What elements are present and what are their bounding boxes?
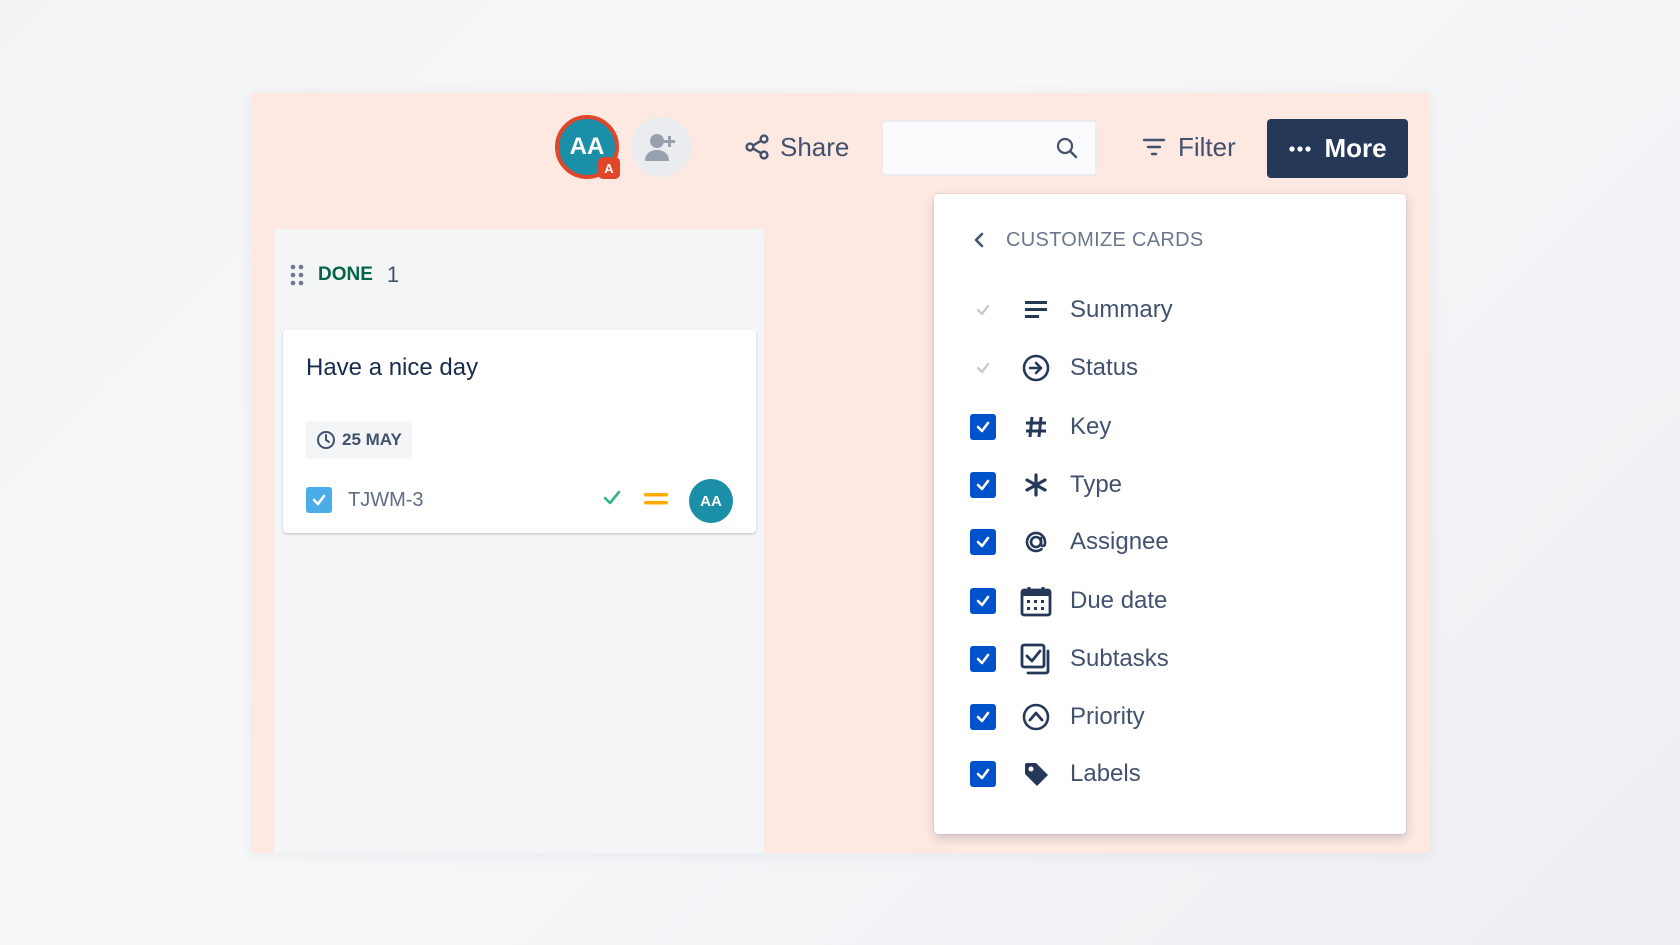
summary-icon — [1020, 294, 1052, 326]
search-icon — [1056, 137, 1078, 159]
menu-item-priority[interactable]: Priority — [970, 695, 1390, 739]
at-icon — [1020, 526, 1052, 558]
issue-card[interactable]: Have a nice day 25 MAY TJWM-3 AA — [283, 330, 756, 533]
chevron-left-icon[interactable] — [972, 231, 986, 249]
checkbox-assignee[interactable] — [970, 529, 996, 555]
menu-item-due-date[interactable]: Due date — [970, 579, 1390, 623]
add-people-button[interactable] — [631, 117, 691, 177]
customize-cards-menu: CUSTOMIZE CARDS Summary Status Key Type … — [934, 194, 1406, 834]
menu-item-summary: Summary — [970, 288, 1390, 332]
priority-icon — [1020, 701, 1052, 733]
checkbox-subtasks[interactable] — [970, 646, 996, 672]
menu-title: CUSTOMIZE CARDS — [1006, 228, 1204, 251]
asterisk-icon — [1020, 469, 1052, 501]
done-check-icon — [603, 490, 621, 505]
checkbox-due-date[interactable] — [970, 588, 996, 614]
filter-icon — [1142, 138, 1166, 156]
board-frame: AA A Share Filter More DONE 1 Have a nic… — [251, 93, 1430, 853]
checkbox-priority[interactable] — [970, 704, 996, 730]
menu-item-status: Status — [970, 346, 1390, 390]
share-icon — [745, 134, 769, 160]
menu-item-type[interactable]: Type — [970, 463, 1390, 507]
column-title: DONE — [318, 264, 373, 285]
menu-item-subtasks[interactable]: Subtasks — [970, 637, 1390, 681]
card-footer: TJWM-3 AA — [306, 479, 733, 523]
filter-label: Filter — [1178, 131, 1236, 162]
task-type-icon — [306, 487, 332, 513]
status-icon — [1020, 352, 1052, 384]
checkbox-labels[interactable] — [970, 761, 996, 787]
column-count: 1 — [386, 262, 400, 287]
clock-icon — [317, 431, 335, 449]
add-person-icon — [645, 134, 675, 161]
menu-item-label: Key — [1070, 413, 1112, 440]
checkbox-type[interactable] — [970, 472, 996, 498]
drag-handle-icon[interactable] — [290, 264, 304, 286]
assignee-initials: AA — [700, 492, 722, 510]
menu-item-label: Type — [1070, 471, 1123, 498]
avatar-badge: A — [598, 157, 620, 179]
user-avatar-initials: AA — [569, 133, 605, 160]
menu-header: CUSTOMIZE CARDS — [972, 224, 1203, 256]
menu-item-label: Subtasks — [1070, 645, 1169, 672]
search-box[interactable] — [881, 120, 1097, 176]
menu-item-assignee[interactable]: Assignee — [970, 520, 1390, 564]
due-date-text: 25 MAY — [342, 430, 402, 449]
menu-item-label: Summary — [1070, 296, 1173, 323]
label-tag-icon — [1020, 758, 1052, 790]
more-button[interactable]: More — [1267, 119, 1408, 178]
menu-item-labels[interactable]: Labels — [970, 752, 1390, 796]
menu-item-label: Due date — [1070, 587, 1168, 614]
priority-medium-icon — [644, 493, 668, 505]
checkbox-summary — [970, 297, 996, 323]
menu-item-label: Assignee — [1070, 528, 1169, 555]
assignee-avatar[interactable]: AA — [689, 479, 733, 523]
board-column-done: DONE 1 Have a nice day 25 MAY TJWM-3 AA — [274, 229, 764, 853]
subtasks-icon — [1020, 643, 1052, 675]
more-label: More — [1324, 133, 1387, 163]
calendar-icon — [1020, 585, 1052, 617]
column-header[interactable]: DONE 1 — [290, 255, 399, 295]
share-button[interactable]: Share — [744, 123, 854, 171]
menu-item-key[interactable]: Key — [970, 405, 1390, 449]
checkbox-status — [970, 355, 996, 381]
ellipsis-icon — [1289, 145, 1312, 152]
menu-item-label: Labels — [1070, 760, 1141, 787]
menu-item-label: Status — [1070, 354, 1139, 381]
filter-button[interactable]: Filter — [1142, 123, 1242, 171]
due-date-badge: 25 MAY — [306, 421, 412, 459]
card-title: Have a nice day — [306, 354, 479, 381]
search-input[interactable] — [893, 130, 1053, 166]
checkbox-key[interactable] — [970, 414, 996, 440]
share-label: Share — [780, 131, 850, 162]
menu-item-label: Priority — [1070, 703, 1145, 730]
issue-key[interactable]: TJWM-3 — [348, 489, 424, 512]
hash-icon — [1020, 411, 1052, 443]
